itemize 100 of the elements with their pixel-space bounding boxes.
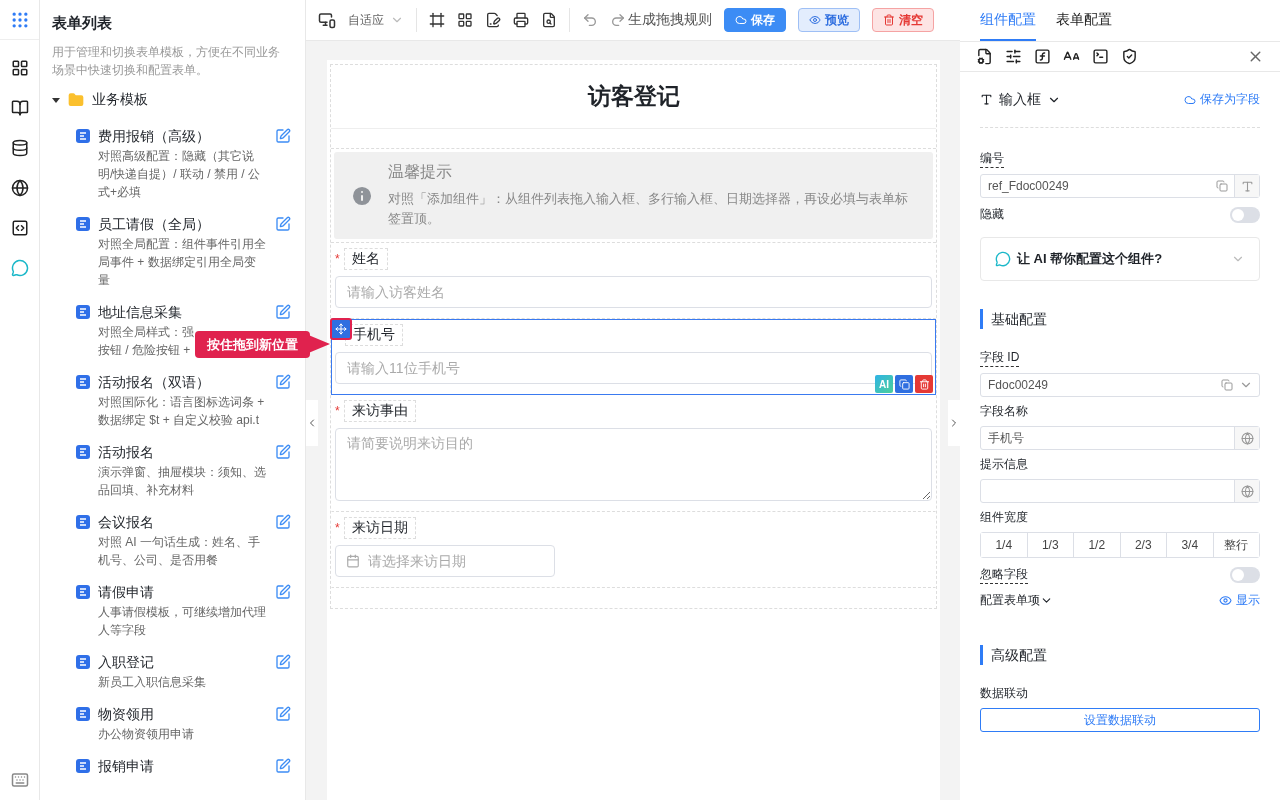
edit-icon[interactable]	[275, 706, 291, 722]
generate-rules-link[interactable]: 生成拖拽规则	[628, 11, 712, 29]
collapse-right-button[interactable]	[948, 400, 960, 446]
database-icon[interactable]	[10, 139, 29, 157]
copy-button[interactable]	[895, 375, 913, 393]
save-as-field-link[interactable]: 保存为字段	[1184, 91, 1260, 108]
template-title[interactable]: 会议报名	[98, 511, 267, 533]
field-label: 来访日期	[343, 517, 416, 539]
document-icon	[76, 375, 90, 389]
eye-icon	[809, 14, 821, 26]
template-title[interactable]: 入职登记	[98, 651, 267, 673]
template-title[interactable]: 员工请假（全局）	[98, 213, 267, 235]
file-search-icon[interactable]	[541, 12, 557, 28]
field-label: 数据联动	[980, 685, 1028, 702]
template-title[interactable]: 请假申请	[98, 581, 267, 603]
edit-icon[interactable]	[275, 128, 291, 144]
template-description: 对照国际化：语言图标选词条 + 数据绑定 $t + 自定义校验 api.t	[98, 394, 266, 429]
field-label: 提示信息	[980, 456, 1028, 473]
device-icon[interactable]	[318, 11, 336, 29]
toggle-switch[interactable]	[1230, 206, 1260, 223]
date-picker[interactable]: 请选择来访日期	[335, 545, 555, 577]
copy-icon[interactable]	[1221, 379, 1233, 391]
section-title: 高级配置	[980, 645, 1260, 665]
width-option[interactable]: 1/4	[981, 533, 1028, 557]
form-field[interactable]: 手机号 请输入11位手机号 AI	[331, 319, 936, 395]
template-title[interactable]: 报销申请	[98, 755, 267, 777]
template-description: 演示弹窗、抽屉模块：须知、选品回填、补充材料	[98, 464, 267, 499]
ai-prompt: 让 AI 帮你配置这个组件?	[1017, 250, 1164, 268]
ref-field[interactable]: ref_Fdoc00249	[980, 174, 1260, 198]
document-icon	[76, 707, 90, 721]
field-name-input[interactable]: 手机号	[981, 431, 1234, 445]
field-name-field[interactable]: 手机号	[980, 426, 1260, 450]
set-linkage-button[interactable]: 设置数据联动	[980, 708, 1260, 732]
field-label: 组件宽度	[980, 509, 1028, 526]
edit-icon[interactable]	[275, 216, 291, 232]
edit-icon[interactable]	[275, 758, 291, 774]
ai-assist-card[interactable]: 让 AI 帮你配置这个组件?	[980, 237, 1260, 281]
field-id-input[interactable]: Fdoc00249	[981, 378, 1221, 392]
template-description: 新员工入职信息采集	[98, 674, 206, 691]
undo-icon[interactable]	[582, 12, 598, 28]
grid-icon[interactable]	[457, 12, 473, 28]
sidebar-description: 用于管理和切换表单模板，方便在不同业务场景中快速切换和配置表单。	[52, 44, 281, 79]
panel-tab[interactable]: 表单配置	[1056, 0, 1112, 41]
toggle-switch[interactable]	[1230, 567, 1260, 583]
keyboard-icon[interactable]	[10, 771, 29, 789]
sliders-icon[interactable]	[1005, 48, 1022, 65]
hint-field[interactable]	[980, 479, 1260, 503]
field-id-select[interactable]: Fdoc00249	[980, 373, 1260, 397]
book-icon[interactable]	[10, 99, 29, 117]
form-field[interactable]: * 姓名 请输入访客姓名	[331, 243, 936, 319]
printer-icon[interactable]	[513, 12, 529, 28]
field-label: 来访事由	[343, 400, 416, 422]
edit-icon[interactable]	[275, 304, 291, 320]
code-icon[interactable]	[10, 219, 29, 237]
folder-label[interactable]: 业务模板	[92, 91, 148, 109]
edit-file-icon[interactable]	[485, 12, 501, 28]
terminal-icon[interactable]	[1092, 48, 1109, 65]
form-item-dropdown[interactable]: 配置表单项	[980, 592, 1053, 609]
textarea-field[interactable]: 请简要说明来访目的	[335, 428, 932, 501]
show-link[interactable]: 显示	[1219, 592, 1260, 609]
copy-icon[interactable]	[1216, 180, 1228, 192]
move-handle[interactable]	[330, 318, 352, 340]
form-field[interactable]: * 来访事由 请简要说明来访目的	[331, 395, 936, 512]
document-icon	[76, 515, 90, 529]
field-label: 隐藏	[980, 206, 1004, 223]
document-icon	[76, 585, 90, 599]
text-icon[interactable]	[1240, 179, 1254, 193]
form-field[interactable]: * 来访日期 请选择来访日期	[331, 512, 936, 588]
clear-button[interactable]: 清空	[872, 8, 934, 32]
grid-icon[interactable]	[10, 59, 29, 77]
ref-input[interactable]: ref_Fdoc00249	[981, 179, 1216, 193]
edit-icon[interactable]	[275, 514, 291, 530]
component-type-select[interactable]: 输入框	[980, 90, 1061, 109]
template-description: 对照 AI 一句话生成：姓名、手机号、公司、是否用餐	[98, 534, 261, 569]
preview-button[interactable]: 预览	[798, 8, 860, 32]
delete-button[interactable]	[915, 375, 933, 393]
tip-text: 对照「添加组件」：从组件列表拖入输入框、多行输入框、日期选择器，再设必填与表单标签置顶。	[388, 190, 910, 228]
shield-icon[interactable]	[1121, 48, 1138, 65]
panel-tab[interactable]: 组件配置	[980, 0, 1036, 41]
frame-icon[interactable]	[429, 12, 445, 28]
template-title[interactable]: 费用报销（高级）	[98, 125, 267, 147]
edit-icon[interactable]	[275, 444, 291, 460]
template-title[interactable]: 物资领用	[98, 703, 267, 725]
collapse-left-button[interactable]	[306, 400, 318, 446]
edit-icon[interactable]	[275, 654, 291, 670]
template-description: 对照全局配置：组件事件引用全局事件 + 数据绑定引用全局变量	[98, 236, 267, 289]
redo-icon[interactable]	[610, 12, 626, 28]
template-title[interactable]: 地址信息采集	[98, 301, 267, 323]
caret-icon[interactable]	[52, 96, 60, 104]
globe-icon[interactable]	[10, 179, 29, 197]
chat-bubble-icon[interactable]	[10, 259, 29, 277]
edit-icon[interactable]	[275, 374, 291, 390]
move-icon	[335, 323, 347, 335]
function-icon[interactable]	[1034, 48, 1051, 65]
file-settings-icon[interactable]	[976, 48, 993, 65]
edit-icon[interactable]	[275, 584, 291, 600]
template-title[interactable]: 活动报名（双语）	[98, 371, 267, 393]
text-input[interactable]: 请输入访客姓名	[335, 276, 932, 308]
device-select[interactable]: 自适应	[348, 11, 404, 29]
template-title[interactable]: 活动报名	[98, 441, 267, 463]
